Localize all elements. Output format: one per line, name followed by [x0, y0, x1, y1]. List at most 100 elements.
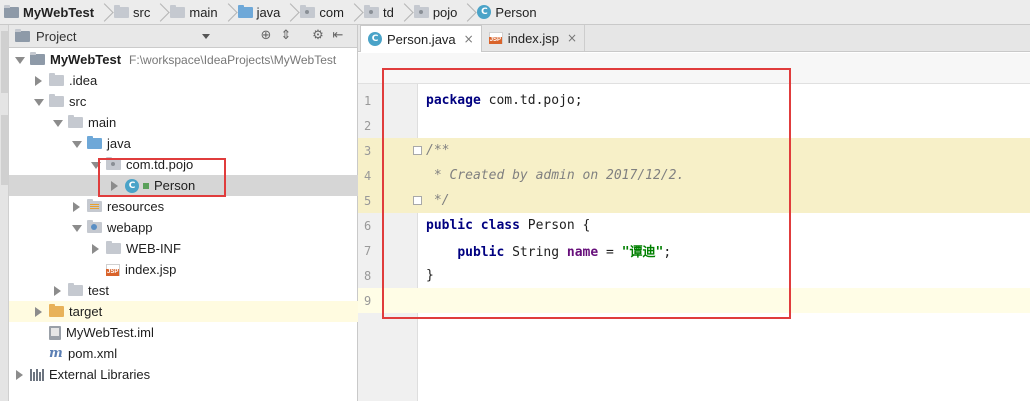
code-line[interactable]: 4 * Created by admin on 2017/12/2.	[358, 163, 1030, 188]
collapsed-arrow-icon[interactable]	[52, 285, 62, 296]
tree-item[interactable]: src	[9, 91, 358, 112]
tree-item[interactable]: MyWebTest F:\workspace\IdeaProjects\MyWeb…	[9, 49, 358, 70]
project-folder-icon	[30, 52, 45, 65]
tree-item-icon-wrap	[30, 52, 45, 65]
collapsed-arrow-icon[interactable]	[90, 243, 100, 254]
project-tool-tab[interactable]	[1, 31, 8, 93]
excluded-folder-icon	[49, 304, 64, 317]
code-token: =	[598, 245, 622, 260]
code-token: */	[426, 193, 450, 208]
project-panel-header: Project ⊕ ⇕ ⚙ ⇤	[9, 25, 357, 48]
code-token: package	[426, 93, 481, 108]
collapsed-arrow-icon[interactable]	[109, 180, 119, 191]
tree-item[interactable]: main	[9, 112, 358, 133]
collapsed-arrow-icon[interactable]	[14, 369, 24, 380]
code-line[interactable]: 5 */	[358, 188, 1030, 213]
jsp-file-icon	[488, 32, 503, 44]
code-line[interactable]: 7 public String name = "谭迪";	[358, 238, 1030, 263]
tree-item[interactable]: WEB-INF	[9, 238, 358, 259]
tree-item[interactable]: java	[9, 133, 358, 154]
tree-item[interactable]: target	[9, 301, 358, 322]
breadcrumb-item[interactable]: main	[168, 0, 235, 25]
view-dropdown-icon[interactable]	[202, 34, 210, 39]
class-icon: C	[477, 5, 492, 19]
folder-icon	[114, 4, 130, 18]
structure-tool-tab[interactable]	[1, 115, 8, 185]
expanded-arrow-icon[interactable]	[52, 118, 63, 128]
breadcrumb-label: src	[133, 4, 151, 20]
package-icon	[413, 4, 429, 18]
code-token: * Created by admin on 2017/12/2.	[426, 168, 685, 183]
breadcrumb-label: java	[256, 4, 281, 20]
tree-item[interactable]: MyWebTest.iml	[9, 322, 358, 343]
close-tab-icon[interactable]: ×	[567, 31, 577, 45]
collapsed-arrow-icon[interactable]	[71, 201, 81, 212]
line-number: 5	[364, 193, 372, 208]
code-line[interactable]: 8}	[358, 263, 1030, 288]
code-text: * Created by admin on 2017/12/2.	[418, 168, 684, 183]
close-tab-icon[interactable]: ×	[464, 32, 474, 46]
project-icon	[15, 28, 30, 42]
expanded-arrow-icon[interactable]	[71, 223, 82, 233]
breadcrumb-item[interactable]: java	[236, 0, 299, 25]
breadcrumb-item[interactable]: pojo	[412, 0, 476, 25]
expanded-arrow-icon[interactable]	[71, 139, 82, 149]
collapsed-arrow-icon[interactable]	[33, 306, 43, 317]
line-number: 3	[364, 143, 372, 158]
expanded-arrow-icon[interactable]	[14, 55, 25, 65]
project-panel-title[interactable]: Project	[36, 29, 76, 44]
editor-tab[interactable]: index.jsp ×	[482, 25, 586, 51]
tree-item[interactable]: com.td.pojo	[9, 154, 358, 175]
hide-icon[interactable]: ⇤	[331, 29, 345, 43]
editor-breadcrumb-area	[358, 53, 1030, 84]
tree-item[interactable]: .idea	[9, 70, 358, 91]
tree-item-label: MyWebTest	[50, 52, 122, 67]
collapse-icon[interactable]: ⇕	[279, 29, 293, 43]
tree-item-icon-wrap	[68, 115, 83, 128]
tree-item[interactable]: External Libraries	[9, 364, 358, 385]
tree-item-label: com.td.pojo	[126, 157, 194, 172]
code-line[interactable]: 1 package com.td.pojo;	[358, 88, 1030, 113]
line-number: 7	[364, 243, 372, 258]
no-arrow	[90, 265, 100, 275]
breadcrumb-separator-icon	[286, 0, 294, 25]
line-number: 2	[364, 118, 372, 133]
folder-icon	[106, 241, 121, 254]
code-line[interactable]: 9	[358, 288, 1030, 313]
code-line[interactable]: 6 public class Person {	[358, 213, 1030, 238]
tree-item[interactable]: m pom.xml	[9, 343, 358, 364]
tree-item[interactable]: C Person	[9, 175, 358, 196]
collapsed-arrow-icon[interactable]	[33, 75, 43, 86]
tree-item-icon-wrap	[30, 368, 44, 381]
tree-item-icon-wrap	[87, 220, 102, 233]
fold-marker-icon[interactable]	[413, 146, 422, 155]
target-icon[interactable]: ⊕	[259, 29, 273, 43]
tree-item-icon-wrap	[106, 263, 120, 276]
breadcrumb-item[interactable]: C Person	[475, 0, 540, 25]
breadcrumb-item[interactable]: td	[362, 0, 412, 25]
gear-icon[interactable]: ⚙	[311, 29, 325, 43]
expanded-arrow-icon[interactable]	[90, 160, 101, 170]
code-area[interactable]: 1 package com.td.pojo; 2 3 /** 4 * Created by…	[358, 84, 1030, 401]
line-number: 1	[364, 93, 372, 108]
tree-item-label: webapp	[107, 220, 153, 235]
tree-item[interactable]: resources	[9, 196, 358, 217]
breadcrumb-item[interactable]: src	[112, 0, 168, 25]
tree-item[interactable]: test	[9, 280, 358, 301]
code-line[interactable]: 3 /**	[358, 138, 1030, 163]
tree-item[interactable]: index.jsp	[9, 259, 358, 280]
breadcrumb-item[interactable]: MyWebTest	[2, 0, 112, 25]
breadcrumb-separator-icon	[156, 0, 164, 25]
tree-item-label: Person	[154, 178, 196, 193]
expanded-arrow-icon[interactable]	[33, 97, 44, 107]
breadcrumb-item[interactable]: com	[298, 0, 362, 25]
fold-marker-icon[interactable]	[413, 196, 422, 205]
breadcrumb-separator-icon	[350, 0, 358, 25]
tree-item[interactable]: webapp	[9, 217, 358, 238]
tree-item-icon-wrap: C	[125, 178, 149, 193]
code-text: }	[418, 268, 434, 283]
editor-tab[interactable]: C Person.java ×	[360, 25, 482, 52]
code-line[interactable]: 2	[358, 113, 1030, 138]
folder-icon	[49, 73, 64, 86]
